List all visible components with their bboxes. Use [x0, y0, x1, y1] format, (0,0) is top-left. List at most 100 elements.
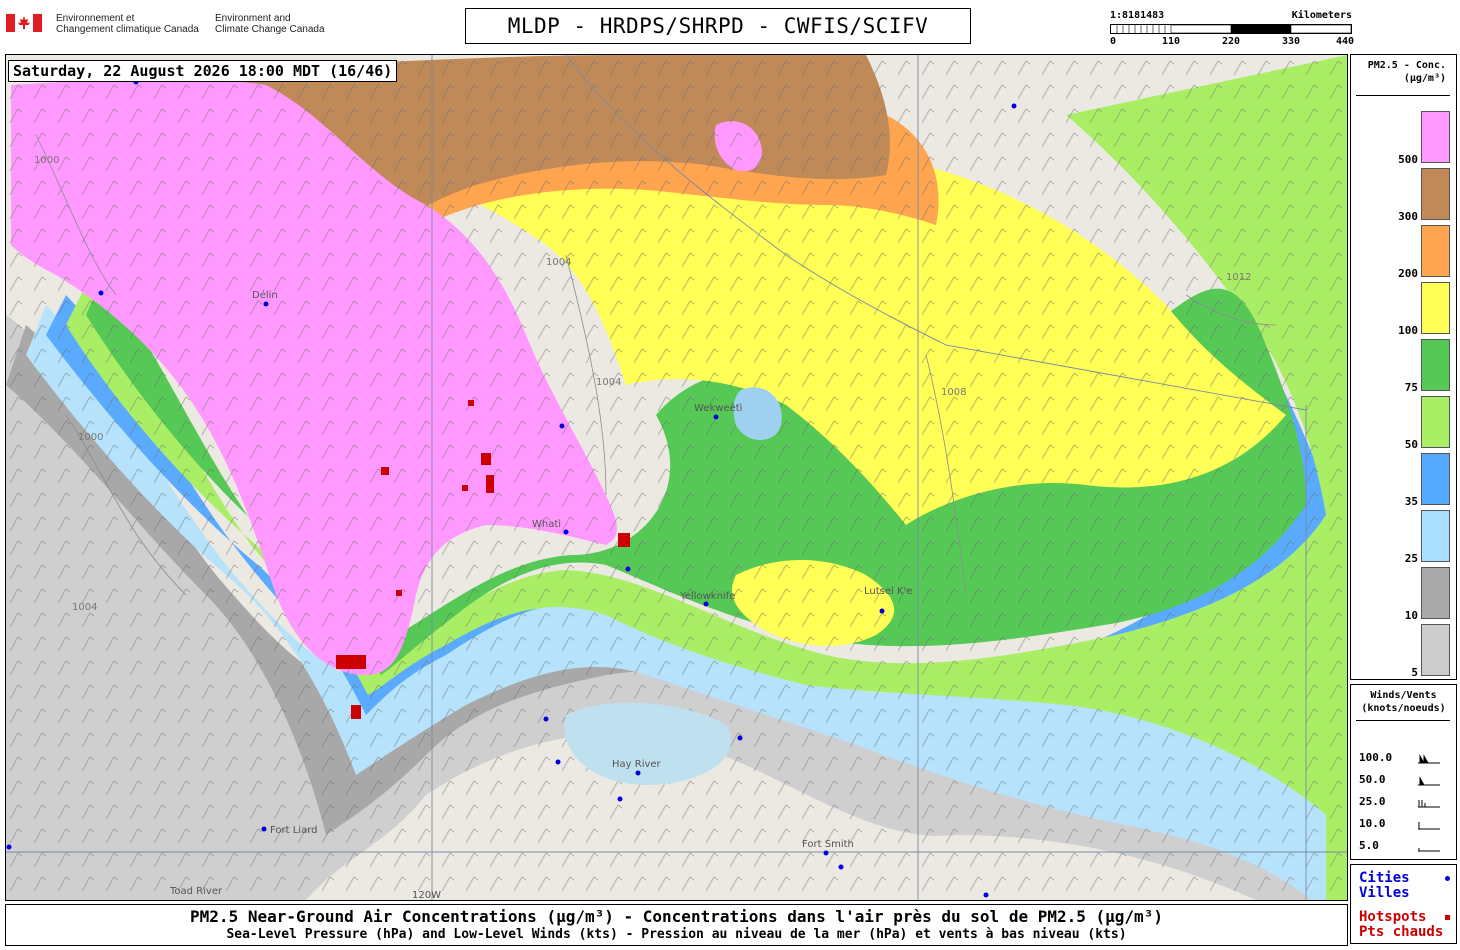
model-title: MLDP - HRDPS/SHRPD - CWFIS/SCIFV — [465, 8, 971, 44]
scale-tick: 220 — [1222, 36, 1241, 47]
legend-swatch — [1421, 168, 1450, 220]
concentration-map[interactable]: 1000 1000 1004 1004 1004 1008 1012 Délin… — [5, 54, 1348, 901]
city-marker — [838, 864, 844, 870]
hotspots-label-fr: Pts chauds — [1359, 924, 1444, 940]
city-marker — [543, 716, 549, 722]
caption-line1: PM2.5 Near-Ground Air Concentrations (µg… — [190, 907, 1163, 926]
legend-bin-label: 75 — [1404, 381, 1418, 394]
wind-barb-5-icon — [1418, 848, 1440, 852]
city-marker — [1011, 103, 1017, 109]
city-marker — [559, 423, 565, 429]
header: Environnement et Changement climatique C… — [0, 0, 1460, 52]
place-label: Délin — [252, 289, 278, 301]
city-dot-icon — [1445, 876, 1450, 881]
wind-barb-10-icon — [1418, 822, 1440, 830]
department-name-french: Environnement et Changement climatique C… — [56, 13, 199, 35]
place-label: Wekweètì — [694, 402, 743, 414]
wind-barb-50-icon — [1418, 776, 1440, 786]
legend-swatch — [1421, 282, 1450, 334]
isobar-label: 1004 — [72, 602, 97, 613]
city-marker — [983, 892, 989, 898]
hotspot-marker — [396, 590, 402, 596]
department-en-line1: Environment and — [215, 13, 291, 24]
legend-swatch — [1421, 510, 1450, 562]
isobar-label: 1004 — [596, 377, 621, 388]
wind-legend-title-line1: Winds/Vents — [1370, 690, 1437, 701]
canada-flag-icon — [6, 14, 42, 32]
wind-speed-label: 5.0 — [1359, 839, 1379, 852]
scale-bar: 1:8181483 Kilometers 0 110 220 330 440 — [1110, 10, 1355, 50]
department-fr-line1: Environnement et — [56, 13, 135, 24]
legend-divider — [1356, 720, 1450, 721]
legend-swatch — [1421, 567, 1450, 619]
hotspot-marker — [381, 467, 389, 475]
city-marker — [737, 735, 743, 741]
isobar-label: 1004 — [546, 257, 571, 268]
scale-unit: Kilometers — [1291, 10, 1352, 21]
wind-speed-label: 100.0 — [1359, 751, 1393, 764]
legend-divider — [1356, 95, 1450, 96]
wind-speed-label: 25.0 — [1359, 795, 1386, 808]
forecast-time-label: Saturday, 22 August 2026 18:00 MDT (16/4… — [8, 60, 398, 82]
longitude-label: 120W — [412, 890, 441, 900]
hotspot-marker — [468, 400, 474, 406]
wind-legend-title-line2: (knots/noeuds) — [1361, 703, 1446, 714]
city-marker — [98, 290, 104, 296]
legend-swatch — [1421, 111, 1450, 163]
legend-bin-label: 5 — [1411, 666, 1418, 679]
hotspot-marker — [486, 475, 494, 493]
map-caption: PM2.5 Near-Ground Air Concentrations (µg… — [5, 904, 1348, 946]
pm25-legend-title-line2: (µg/m³) — [1403, 73, 1446, 84]
city-marker — [635, 770, 641, 776]
city-marker — [823, 850, 829, 856]
department-fr-line2: Changement climatique Canada — [56, 24, 199, 35]
place-label: Fort Liard — [270, 825, 318, 836]
hotspot-square-icon — [1445, 915, 1450, 920]
legend-swatch — [1421, 396, 1450, 448]
wind-legend: Winds/Vents (knots/noeuds) 100.0 50.0 25… — [1350, 684, 1457, 860]
city-marker — [703, 601, 709, 607]
legend-swatch — [1421, 624, 1450, 676]
wind-barb-100-icon — [1418, 754, 1440, 764]
pm25-legend-title-line1: PM2.5 - Conc. — [1367, 60, 1446, 71]
wind-speed-label: 10.0 — [1359, 817, 1386, 830]
hotspot-marker — [462, 485, 468, 491]
wind-speed-label: 50.0 — [1359, 773, 1386, 786]
wind-barb-25-icon — [1418, 800, 1440, 808]
hotspot-marker — [336, 655, 366, 669]
isobar-label: 1000 — [34, 155, 59, 166]
legend-bin-label: 50 — [1404, 438, 1418, 451]
department-en-line2: Climate Change Canada — [215, 24, 325, 35]
city-marker — [879, 608, 885, 614]
legend-swatch — [1421, 453, 1450, 505]
hotspots-label-en: Hotspots — [1359, 909, 1427, 925]
scale-bar-graphic — [1110, 24, 1352, 34]
legend-swatch — [1421, 339, 1450, 391]
legend-bin-label: 500 — [1398, 153, 1418, 166]
department-name-english: Environment and Climate Change Canada — [215, 13, 325, 35]
legend-bin-label: 35 — [1404, 495, 1418, 508]
scale-tick: 0 — [1110, 36, 1117, 47]
scale-ratio: 1:8181483 — [1110, 10, 1165, 21]
place-label: Whatì — [532, 518, 561, 530]
hotspot-marker — [618, 533, 630, 547]
hotspot-marker — [481, 453, 491, 465]
place-label: Fort Smith — [802, 839, 854, 850]
hotspot-marker — [351, 705, 361, 719]
city-marker — [555, 759, 561, 765]
isobar-label: 1012 — [1226, 272, 1251, 283]
legend-swatch — [1421, 225, 1450, 277]
legend-bin-label: 10 — [1404, 609, 1418, 622]
scale-tick: 110 — [1162, 36, 1181, 47]
legend-bin-label: 200 — [1398, 267, 1418, 280]
legend-bin-label: 25 — [1404, 552, 1418, 565]
city-marker — [263, 301, 269, 307]
city-marker — [625, 566, 631, 572]
map-canvas[interactable]: 1000 1000 1004 1004 1004 1008 1012 Délin… — [6, 55, 1347, 900]
isobar-label: 1000 — [78, 432, 103, 443]
pm25-legend-title: PM2.5 - Conc. (µg/m³) — [1351, 59, 1456, 85]
scale-tick: 440 — [1336, 36, 1355, 47]
city-marker — [261, 826, 267, 832]
legend-bin-label: 300 — [1398, 210, 1418, 223]
place-label: Lutsel K'e — [864, 586, 912, 597]
